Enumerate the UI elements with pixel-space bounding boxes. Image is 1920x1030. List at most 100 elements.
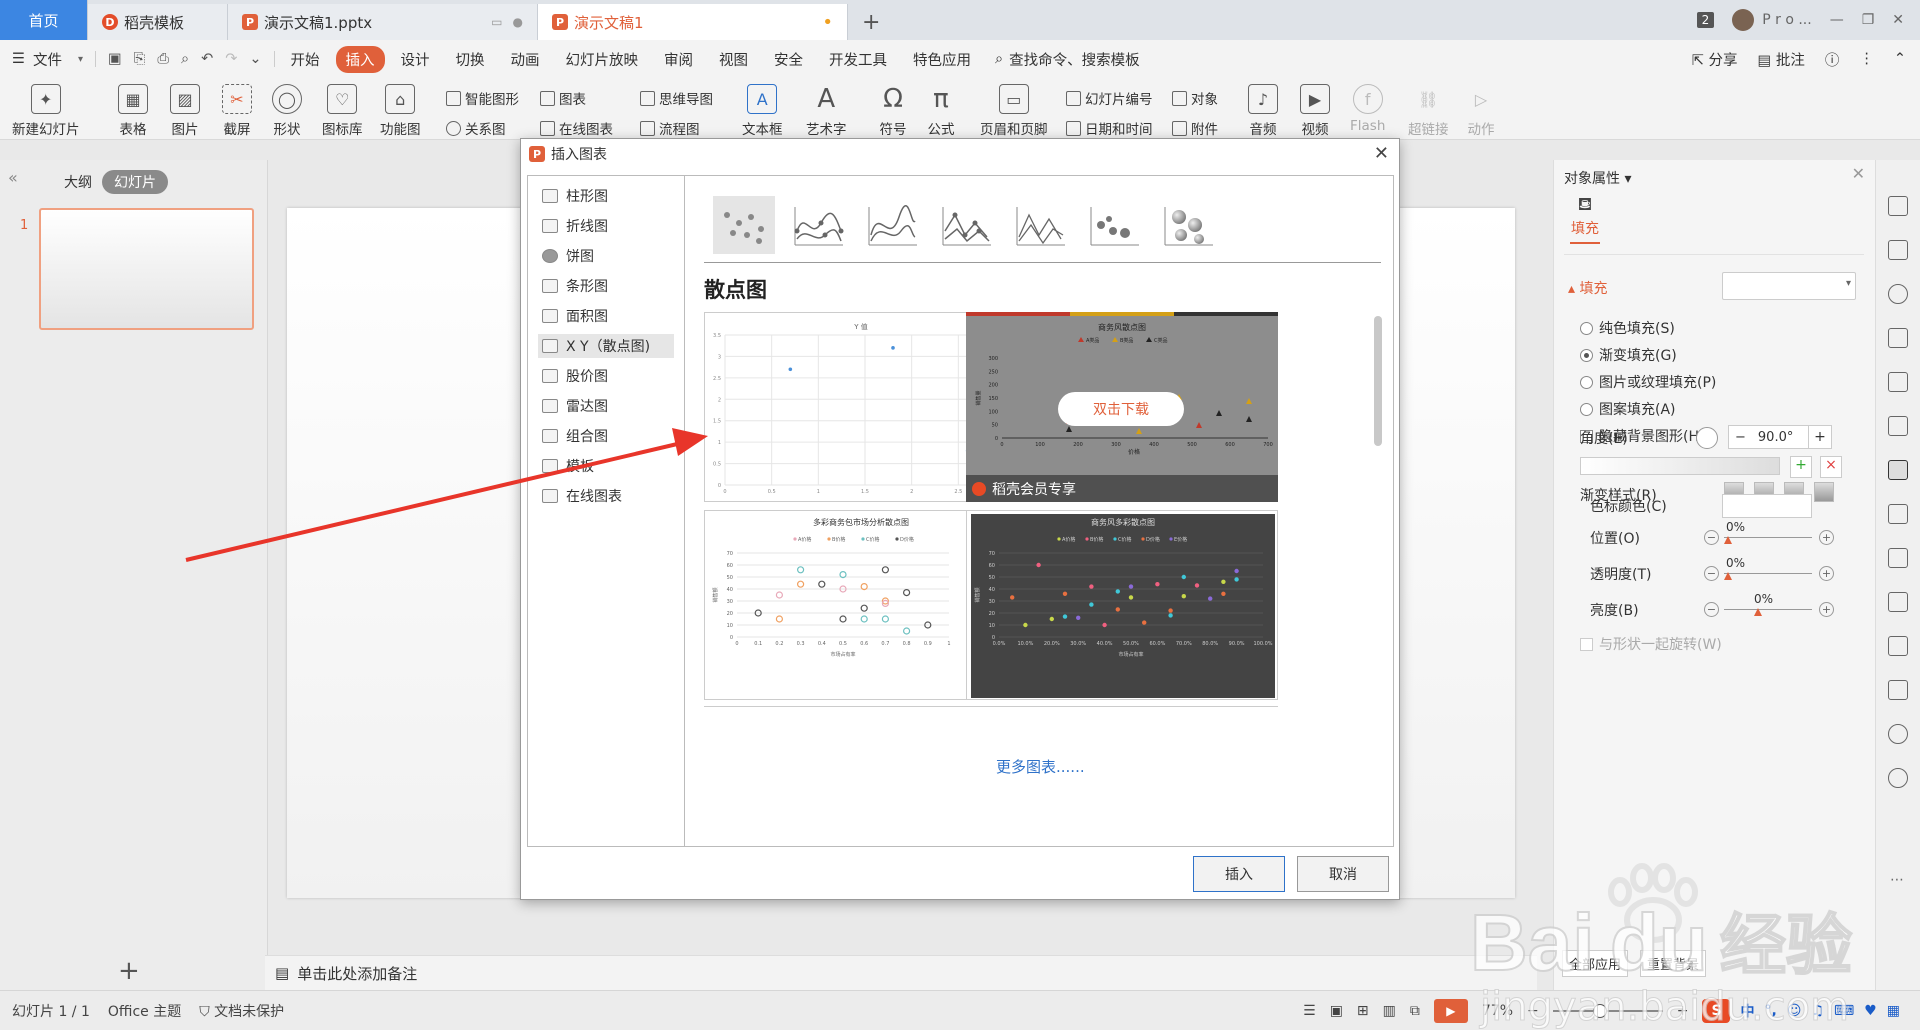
- gradient-style-path[interactable]: [1814, 482, 1834, 502]
- monitor-icon[interactable]: ▭: [491, 15, 502, 29]
- menu-view[interactable]: 视图: [709, 46, 758, 73]
- layout-icon[interactable]: [1888, 592, 1908, 612]
- relation-button[interactable]: 关系图: [446, 118, 506, 138]
- presenter-view-icon[interactable]: ⧉: [1410, 1003, 1420, 1019]
- more-icon[interactable]: ⋮: [1859, 51, 1874, 67]
- image-icon[interactable]: [1888, 636, 1908, 656]
- category-bar[interactable]: 条形图: [538, 274, 674, 298]
- checkbox-rotate-with-shape[interactable]: 与形状一起旋转(W): [1580, 634, 1722, 654]
- collapse-ribbon-icon[interactable]: ⌃: [1894, 51, 1906, 67]
- menu-insert[interactable]: 插入: [335, 45, 385, 73]
- transparency-plus[interactable]: +: [1819, 566, 1834, 581]
- properties-icon[interactable]: [1888, 460, 1908, 480]
- mindmap-button[interactable]: 思维导图: [640, 88, 713, 108]
- radio-solid-fill[interactable]: 纯色填充(S): [1580, 318, 1675, 338]
- header-footer-button[interactable]: ▭ 页眉和页脚: [980, 84, 1048, 138]
- save-icon[interactable]: ▣: [108, 51, 122, 67]
- dot-icon[interactable]: ●: [513, 15, 523, 29]
- picture-icon[interactable]: [1888, 504, 1908, 524]
- template-business-scatter[interactable]: 商务风散点图 A类品 B类品 C类品 0 50 100 150 200 250 300 0 100 200…: [966, 312, 1278, 502]
- sorter-view-icon[interactable]: ⊞: [1357, 1003, 1369, 1019]
- fill-section-header[interactable]: ▴ 填充: [1568, 278, 1607, 298]
- audio-icon[interactable]: [1888, 680, 1908, 700]
- menu-special[interactable]: 特色应用: [903, 46, 981, 73]
- delete-stop-icon[interactable]: ×: [1820, 456, 1842, 478]
- collapse-panel-icon[interactable]: «: [8, 168, 18, 187]
- text-icon[interactable]: [1888, 328, 1908, 348]
- subtype-scatter[interactable]: [713, 196, 775, 254]
- category-template[interactable]: 模板: [538, 454, 674, 478]
- func-chart-button[interactable]: ⌂ 功能图: [380, 84, 421, 138]
- subtype-smooth-lines[interactable]: [861, 196, 923, 254]
- user-name[interactable]: P r o ...: [1762, 12, 1811, 28]
- category-online[interactable]: 在线图表: [538, 484, 674, 508]
- restore-icon[interactable]: ❐: [1862, 12, 1875, 28]
- gradient-bar[interactable]: [1580, 457, 1780, 475]
- screenshot-button[interactable]: ✂ 截屏: [222, 84, 252, 138]
- icon-lib-button[interactable]: ♡ 图标库: [322, 84, 363, 138]
- angle-dial[interactable]: [1696, 427, 1718, 449]
- brightness-plus[interactable]: +: [1819, 602, 1834, 617]
- smart-shape-button[interactable]: 智能图形: [446, 88, 519, 108]
- menu-review[interactable]: 审阅: [654, 46, 703, 73]
- notes-bar[interactable]: ▤ 单击此处添加备注: [265, 955, 1537, 990]
- table-button[interactable]: ▦ 表格: [118, 84, 148, 138]
- radio-picture-fill[interactable]: 图片或纹理填充(P): [1580, 372, 1716, 392]
- radio-gradient-fill[interactable]: 渐变填充(G): [1580, 345, 1677, 365]
- menu-start[interactable]: 开始: [281, 46, 330, 73]
- category-area[interactable]: 面积图: [538, 304, 674, 328]
- wordart-button[interactable]: A 艺术字: [806, 84, 847, 138]
- slider-knob[interactable]: [1724, 536, 1732, 544]
- protect-status[interactable]: ⛉ 文档未保护: [199, 1001, 284, 1021]
- object-button[interactable]: 对象: [1172, 88, 1218, 108]
- reading-view-icon[interactable]: ▥: [1383, 1003, 1396, 1019]
- menu-transition[interactable]: 切换: [446, 46, 495, 73]
- gallery-scrollbar[interactable]: [1374, 316, 1382, 446]
- subtype-smooth-markers[interactable]: [787, 196, 849, 254]
- export-icon[interactable]: ⎘: [134, 51, 146, 67]
- hamburger-icon[interactable]: ☰: [12, 51, 25, 67]
- slider-knob[interactable]: [1754, 608, 1762, 616]
- menu-animation[interactable]: 动画: [501, 46, 550, 73]
- stop-color-select[interactable]: [1722, 494, 1812, 518]
- category-stock[interactable]: 股价图: [538, 364, 674, 388]
- subtype-straight-markers[interactable]: [935, 196, 997, 254]
- shape-icon[interactable]: [1888, 284, 1908, 304]
- new-tab-button[interactable]: +: [848, 4, 894, 40]
- window-count-badge[interactable]: 2: [1696, 12, 1715, 28]
- bar-chart-icon[interactable]: [1888, 416, 1908, 436]
- menu-file[interactable]: 文件: [31, 46, 72, 73]
- avatar[interactable]: [1732, 9, 1755, 31]
- cancel-button[interactable]: 取消: [1297, 856, 1389, 892]
- dialog-title-bar[interactable]: P 插入图表: [521, 139, 1399, 169]
- audio-button[interactable]: ♪ 音频: [1248, 84, 1278, 138]
- video-button[interactable]: ▶ 视频: [1300, 84, 1330, 138]
- notes-toggle-icon[interactable]: ☰: [1303, 1003, 1316, 1019]
- tab-template[interactable]: D 稻壳模板: [88, 4, 228, 40]
- radio-pattern-fill[interactable]: 图案填充(A): [1580, 399, 1676, 419]
- download-overlay-button[interactable]: 双击下载: [1058, 392, 1184, 426]
- normal-view-icon[interactable]: ▣: [1330, 1003, 1343, 1019]
- panel-title[interactable]: 对象属性 ▾: [1564, 168, 1631, 188]
- picture-button[interactable]: ▨ 图片: [170, 84, 200, 138]
- slide-thumbnail[interactable]: [39, 208, 254, 330]
- customize-icon[interactable]: ⌄: [249, 51, 261, 67]
- close-window-icon[interactable]: ✕: [1892, 12, 1904, 28]
- comment-button[interactable]: ▤ 批注: [1758, 49, 1805, 70]
- position-minus[interactable]: −: [1704, 530, 1719, 545]
- angle-minus[interactable]: −: [1729, 430, 1752, 445]
- tab-outline[interactable]: 大纲: [64, 172, 92, 192]
- brightness-slider[interactable]: − 0% +: [1704, 592, 1834, 620]
- command-search[interactable]: 查找命令、搜索模板: [1009, 49, 1140, 70]
- redo-icon[interactable]: ↷: [225, 51, 237, 67]
- share-icon[interactable]: [1888, 548, 1908, 568]
- minimize-icon[interactable]: —: [1830, 12, 1844, 28]
- template-dark-scatter[interactable]: 商务风多彩散点图 A价格 B价格 C价格 D价格 E价格 0 10 20 30 40 50 60 70 0.…: [966, 510, 1278, 700]
- dialog-close-icon[interactable]: ✕: [1374, 143, 1389, 164]
- datetime-button[interactable]: 日期和时间: [1066, 118, 1153, 138]
- close-icon[interactable]: ✕: [1852, 164, 1865, 183]
- category-pie[interactable]: 饼图: [538, 244, 674, 268]
- share-button[interactable]: ⇱ 分享: [1692, 49, 1738, 70]
- tab-file1[interactable]: P 演示文稿1.pptx ▭ ●: [228, 4, 538, 40]
- copy-icon[interactable]: [1888, 240, 1908, 260]
